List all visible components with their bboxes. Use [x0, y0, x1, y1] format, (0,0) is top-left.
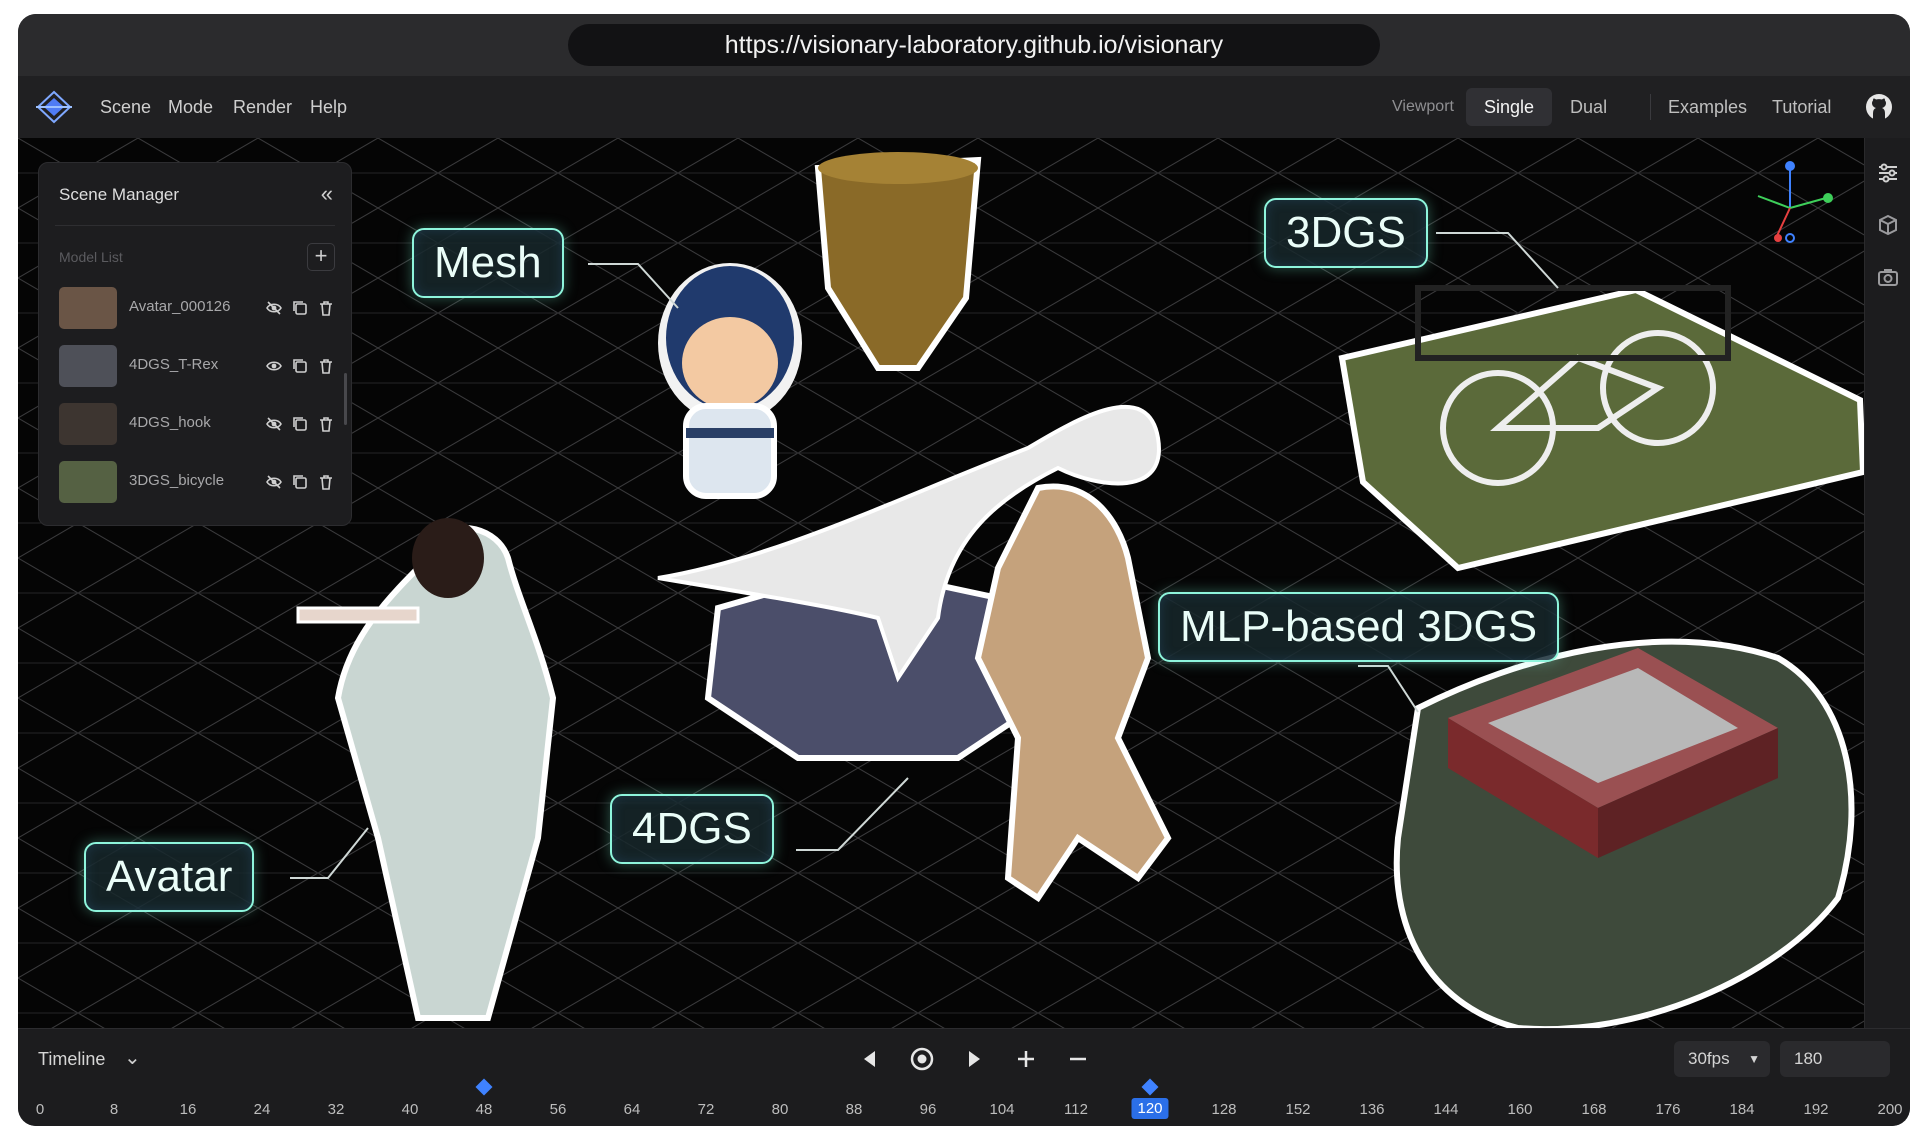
menu-scene[interactable]: Scene [100, 76, 151, 138]
timeline-tick[interactable]: 192 [1803, 1101, 1828, 1118]
play-icon[interactable] [958, 1043, 990, 1075]
viewport-switch: Single Dual [1466, 88, 1625, 126]
trash-icon[interactable] [317, 299, 335, 317]
fps-select[interactable]: 30fps ▼ [1674, 1041, 1770, 1077]
duplicate-icon[interactable] [291, 299, 309, 317]
scene-manager-title: Scene Manager [59, 185, 180, 204]
timeline-tick[interactable]: 64 [624, 1101, 641, 1118]
timeline-tick[interactable]: 72 [698, 1101, 715, 1118]
remove-keyframe-icon[interactable] [1062, 1043, 1094, 1075]
timeline-tick[interactable]: 8 [110, 1101, 118, 1118]
model-name: Avatar_000126 [129, 298, 231, 315]
model-item-trex[interactable]: 4DGS_T-Rex [55, 343, 335, 389]
timeline-panel: Timeline ⌄ 30fps ▼ 180 0 8 16 24 32 40 48 56 64 7… [18, 1028, 1910, 1126]
menu-render[interactable]: Render [233, 76, 292, 138]
timeline-tick[interactable]: 176 [1655, 1101, 1680, 1118]
menu-bar: Scene Mode Render Help Viewport Single D… [18, 76, 1910, 139]
prev-frame-icon[interactable] [854, 1043, 886, 1075]
timeline-tick[interactable]: 80 [772, 1101, 789, 1118]
fps-value: 30fps [1688, 1049, 1730, 1068]
timeline-tick[interactable]: 104 [989, 1101, 1014, 1118]
model-thumbnail [59, 461, 117, 503]
viewport-label: Viewport [1392, 98, 1454, 115]
divider [1650, 94, 1651, 120]
timeline-tick[interactable]: 40 [402, 1101, 419, 1118]
duplicate-icon[interactable] [291, 415, 309, 433]
add-model-button[interactable]: + [307, 243, 335, 271]
right-toolbar [1864, 138, 1910, 1028]
timeline-tick[interactable]: 56 [550, 1101, 567, 1118]
collapse-panel-icon[interactable]: « [321, 181, 333, 207]
trash-icon[interactable] [317, 473, 335, 491]
model-list-label: Model List [59, 249, 123, 265]
timeline-tick[interactable]: 128 [1211, 1101, 1236, 1118]
menu-mode[interactable]: Mode [168, 76, 213, 138]
timeline-tick[interactable]: 168 [1581, 1101, 1606, 1118]
divider [55, 225, 335, 226]
callout-4dgs: 4DGS [610, 794, 774, 864]
viewport-single-button[interactable]: Single [1466, 88, 1553, 126]
app-window: https://visionary-laboratory.github.io/v… [18, 14, 1910, 1126]
timeline-tick[interactable]: 184 [1729, 1101, 1754, 1118]
timeline-tick[interactable]: 112 [1064, 1101, 1088, 1118]
model-name: 3DGS_bicycle [129, 472, 225, 489]
callout-avatar: Avatar [84, 842, 255, 912]
timeline-tick[interactable]: 88 [846, 1101, 863, 1118]
record-icon[interactable] [906, 1043, 938, 1075]
timeline-tick[interactable]: 136 [1359, 1101, 1384, 1118]
model-thumbnail [59, 287, 117, 329]
timeline-collapse-icon[interactable]: ⌄ [124, 1045, 141, 1070]
timeline-tick[interactable]: 32 [328, 1101, 345, 1118]
eye-icon[interactable] [265, 357, 283, 375]
timeline-tick[interactable]: 152 [1285, 1101, 1310, 1118]
model-name: 4DGS_T-Rex [129, 356, 219, 373]
tutorial-link[interactable]: Tutorial [1772, 76, 1831, 138]
eye-off-icon[interactable] [265, 473, 283, 491]
current-frame-tick[interactable]: 120 [1131, 1098, 1169, 1119]
panel-scrollbar[interactable] [344, 373, 347, 425]
frame-count-input[interactable]: 180 [1780, 1041, 1890, 1077]
browser-url-bar: https://visionary-laboratory.github.io/v… [18, 14, 1910, 76]
timeline-tick[interactable]: 96 [920, 1101, 937, 1118]
keyframe-marker[interactable] [475, 1078, 493, 1096]
callout-mesh: Mesh [412, 228, 564, 298]
menu-help[interactable]: Help [310, 76, 347, 138]
keyframe-marker[interactable] [1141, 1078, 1159, 1096]
examples-link[interactable]: Examples [1668, 76, 1747, 138]
callout-mlp-3dgs: MLP-based 3DGS [1158, 592, 1560, 662]
model-name: 4DGS_hook [129, 414, 211, 431]
trash-icon[interactable] [317, 415, 335, 433]
timeline-tick[interactable]: 144 [1433, 1101, 1458, 1118]
model-thumbnail [59, 403, 117, 445]
timeline-tick[interactable]: 200 [1877, 1101, 1902, 1118]
model-thumbnail [59, 345, 117, 387]
chevron-down-icon: ▼ [1748, 1052, 1760, 1066]
cube-icon[interactable] [1875, 212, 1901, 238]
app-logo-icon[interactable] [34, 90, 74, 124]
eye-off-icon[interactable] [265, 299, 283, 317]
timeline-tick[interactable]: 0 [36, 1101, 44, 1118]
camera-icon[interactable] [1875, 264, 1901, 290]
timeline-tick[interactable]: 24 [254, 1101, 271, 1118]
model-item-avatar[interactable]: Avatar_000126 [55, 285, 335, 331]
timeline-tick[interactable]: 160 [1507, 1101, 1532, 1118]
sliders-icon[interactable] [1875, 160, 1901, 186]
trash-icon[interactable] [317, 357, 335, 375]
eye-off-icon[interactable] [265, 415, 283, 433]
viewport-dual-button[interactable]: Dual [1552, 88, 1625, 126]
add-keyframe-icon[interactable] [1010, 1043, 1042, 1075]
timeline-tick[interactable]: 16 [180, 1101, 197, 1118]
duplicate-icon[interactable] [291, 473, 309, 491]
model-item-bicycle[interactable]: 3DGS_bicycle [55, 459, 335, 505]
model-item-hook[interactable]: 4DGS_hook [55, 401, 335, 447]
timeline-tick[interactable]: 48 [476, 1101, 493, 1118]
scene-manager-panel: Scene Manager « Model List + Avatar_0001… [38, 162, 352, 526]
url-field[interactable]: https://visionary-laboratory.github.io/v… [568, 24, 1380, 66]
github-icon[interactable] [1864, 92, 1894, 122]
timeline-label: Timeline [38, 1049, 106, 1069]
callout-3dgs: 3DGS [1264, 198, 1428, 268]
duplicate-icon[interactable] [291, 357, 309, 375]
